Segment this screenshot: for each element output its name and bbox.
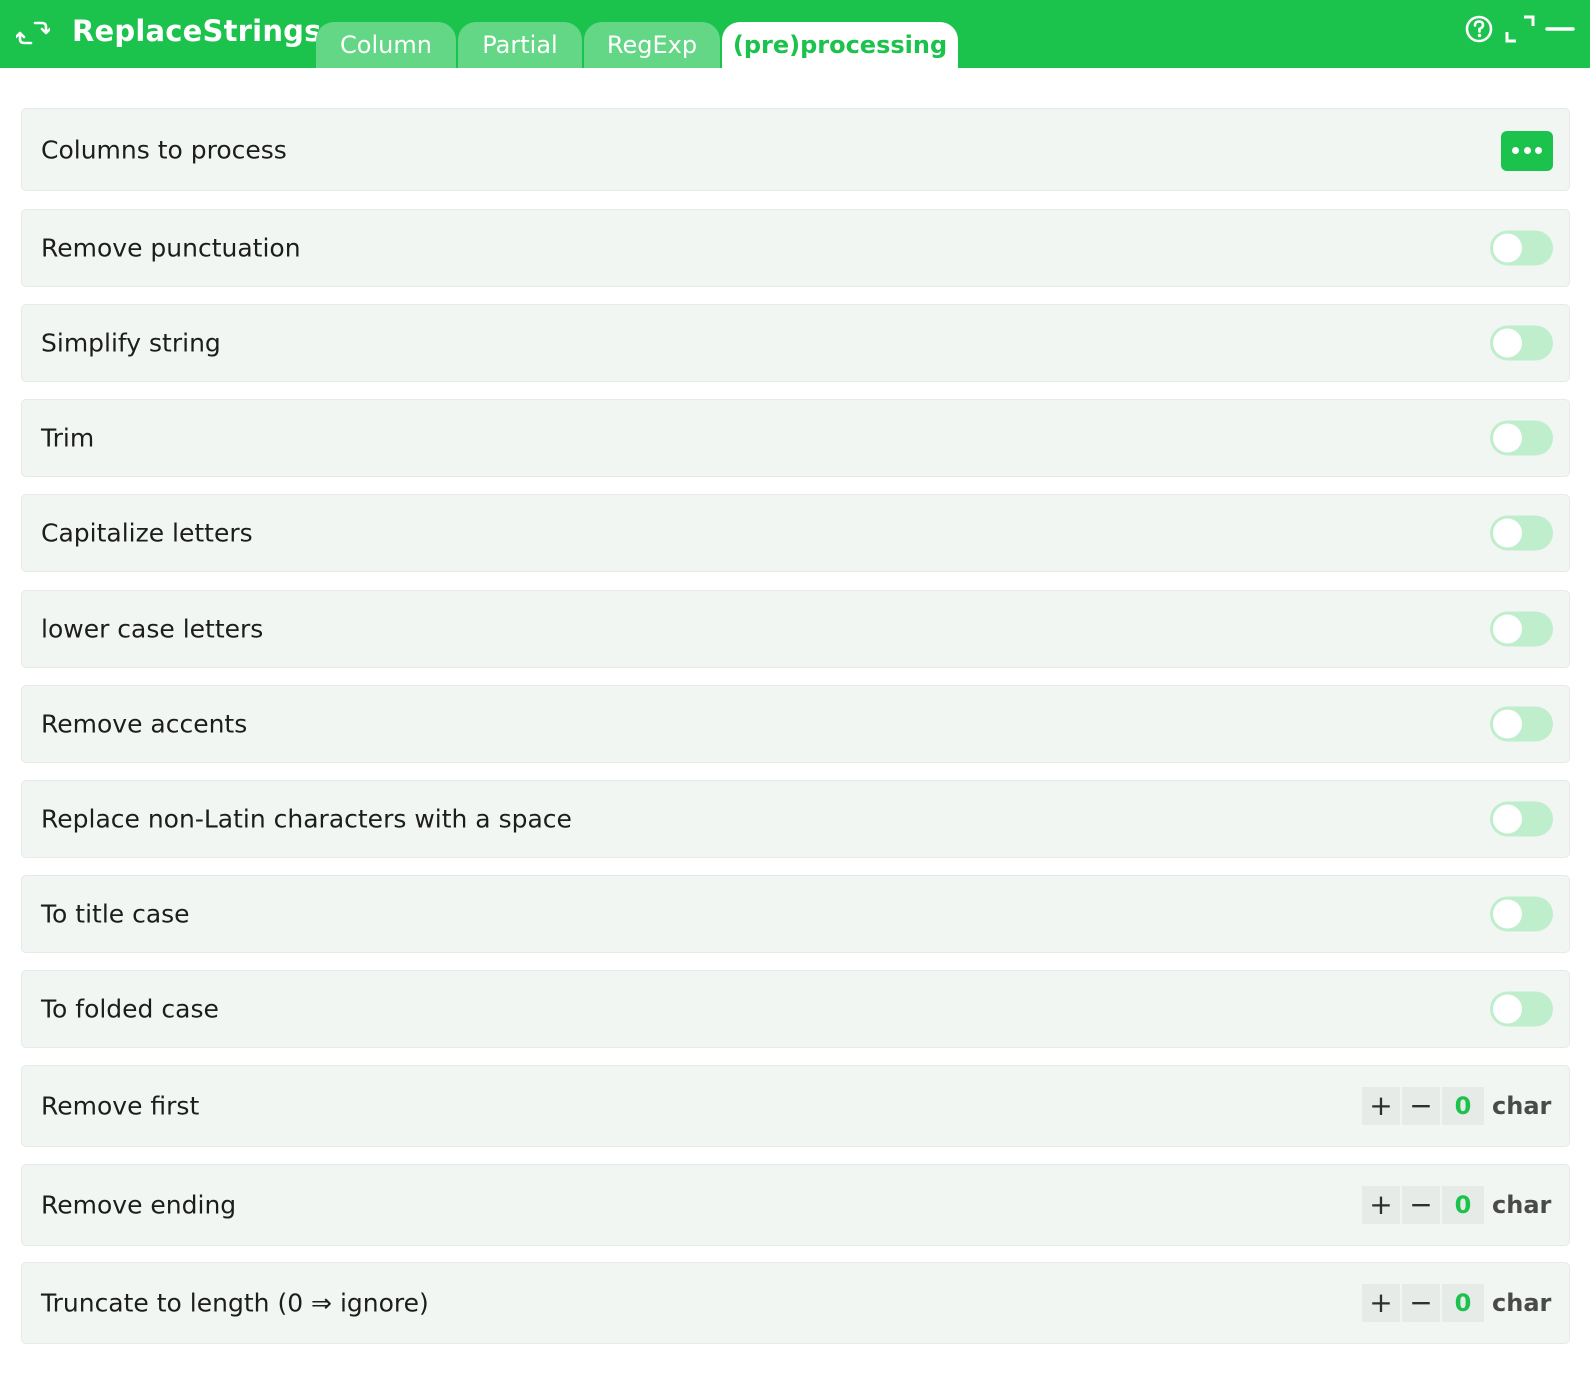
simplify-string-toggle[interactable] (1490, 325, 1553, 361)
title-bar: ReplaceStrings Column Partial RegExp (pr… (0, 0, 1590, 68)
increment-button[interactable]: + (1362, 1087, 1400, 1125)
lower-case-letters-row: lower case letters (21, 590, 1570, 668)
trim-label: Trim (41, 423, 95, 453)
unit-label: char (1492, 1289, 1552, 1317)
folded-case-toggle[interactable] (1490, 991, 1553, 1027)
simplify-string-label: Simplify string (41, 328, 221, 358)
capitalize-letters-row: Capitalize letters (21, 494, 1570, 572)
remove-ending-stepper: + − 0 char (1362, 1186, 1551, 1224)
minimize-icon[interactable] (1544, 12, 1578, 46)
remove-punctuation-row: Remove punctuation (21, 209, 1570, 287)
increment-button[interactable]: + (1362, 1186, 1400, 1224)
title-case-toggle[interactable] (1490, 896, 1553, 932)
unit-label: char (1492, 1191, 1552, 1219)
replace-non-latin-label: Replace non-Latin characters with a spac… (41, 804, 572, 834)
remove-first-value[interactable]: 0 (1442, 1087, 1484, 1125)
tab-partial[interactable]: Partial (458, 22, 582, 68)
more-dots-icon (1512, 147, 1519, 154)
app-title: ReplaceStrings (72, 14, 322, 48)
lower-case-letters-toggle[interactable] (1490, 611, 1553, 647)
refresh-arrows-icon[interactable] (16, 18, 50, 48)
remove-accents-toggle[interactable] (1490, 706, 1553, 742)
replace-non-latin-toggle[interactable] (1490, 801, 1553, 837)
increment-button[interactable]: + (1362, 1284, 1400, 1322)
tab-column[interactable]: Column (316, 22, 456, 68)
maximize-icon[interactable] (1503, 12, 1537, 46)
decrement-button[interactable]: − (1402, 1087, 1440, 1125)
capitalize-letters-toggle[interactable] (1490, 515, 1553, 551)
columns-to-process-label: Columns to process (41, 135, 287, 164)
remove-ending-value[interactable]: 0 (1442, 1186, 1484, 1224)
remove-ending-label: Remove ending (41, 1190, 237, 1220)
lower-case-letters-label: lower case letters (41, 614, 264, 644)
title-case-label: To title case (41, 899, 190, 929)
help-icon[interactable] (1462, 12, 1496, 46)
tab-regexp[interactable]: RegExp (584, 22, 720, 68)
truncate-length-label: Truncate to length (0 ⇒ ignore) (41, 1288, 429, 1318)
remove-ending-row: Remove ending + − 0 char (21, 1164, 1570, 1246)
truncate-length-value[interactable]: 0 (1442, 1284, 1484, 1322)
remove-punctuation-label: Remove punctuation (41, 233, 301, 263)
decrement-button[interactable]: − (1402, 1186, 1440, 1224)
folded-case-label: To folded case (41, 994, 219, 1024)
folded-case-row: To folded case (21, 970, 1570, 1048)
remove-first-row: Remove first + − 0 char (21, 1065, 1570, 1147)
trim-toggle[interactable] (1490, 420, 1553, 456)
unit-label: char (1492, 1092, 1552, 1120)
truncate-length-stepper: + − 0 char (1362, 1284, 1551, 1322)
decrement-button[interactable]: − (1402, 1284, 1440, 1322)
columns-select-button[interactable] (1501, 131, 1553, 171)
remove-accents-label: Remove accents (41, 709, 248, 739)
remove-first-label: Remove first (41, 1091, 200, 1121)
title-case-row: To title case (21, 875, 1570, 953)
trim-row: Trim (21, 399, 1570, 477)
remove-accents-row: Remove accents (21, 685, 1570, 763)
replace-non-latin-row: Replace non-Latin characters with a spac… (21, 780, 1570, 858)
columns-to-process-row: Columns to process (21, 108, 1570, 191)
tab-preprocessing[interactable]: (pre)processing (722, 22, 958, 68)
truncate-length-row: Truncate to length (0 ⇒ ignore) + − 0 ch… (21, 1262, 1570, 1344)
remove-first-stepper: + − 0 char (1362, 1087, 1551, 1125)
simplify-string-row: Simplify string (21, 304, 1570, 382)
capitalize-letters-label: Capitalize letters (41, 518, 253, 548)
remove-punctuation-toggle[interactable] (1490, 230, 1553, 266)
